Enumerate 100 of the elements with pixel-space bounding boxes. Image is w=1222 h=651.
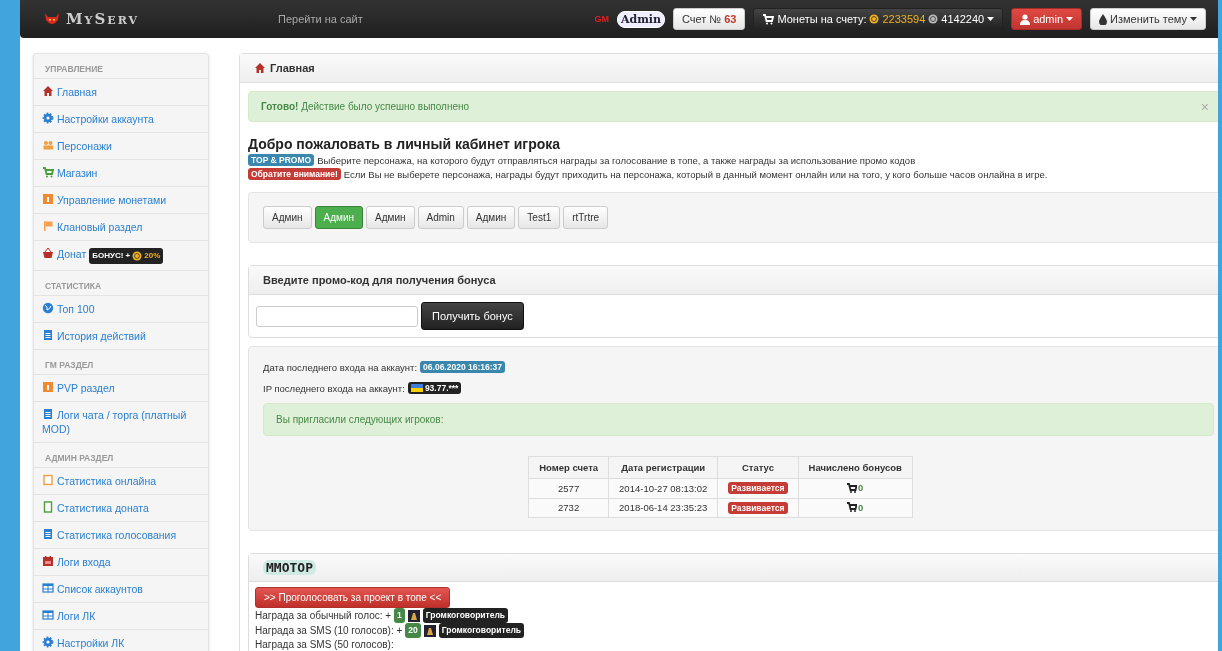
welcome-heading: Добро пожаловать в личный кабинет игрока	[248, 136, 562, 152]
user-menu[interactable]: admin	[1011, 8, 1083, 30]
bell-icon	[407, 609, 420, 622]
item-badge: Громкоговоритель	[438, 623, 525, 638]
flag-icon	[42, 220, 54, 232]
sidebar-item[interactable]: Логи чата / торга (платный MOD)	[34, 402, 208, 443]
sidebar-item[interactable]: Настройки ЛК	[34, 630, 208, 651]
promo-heading: Введите промо-код для получения бонуса	[249, 266, 1218, 295]
label-tag: TOP & PROMO	[248, 154, 315, 166]
status-badge: Развивается	[728, 501, 788, 514]
table-icon	[42, 609, 54, 621]
mmotop-logo: MMOTOP	[263, 560, 316, 575]
sidebar-item[interactable]: Статистика доната	[34, 495, 208, 522]
cart-icon	[42, 166, 54, 178]
column-header: Статус	[717, 456, 799, 479]
column-header: Начислено бонусов	[798, 456, 913, 479]
site-link[interactable]: Перейти на сайт	[278, 13, 363, 25]
coin-box-icon	[42, 193, 54, 205]
bonus-badge: БОНУС! + 20%	[89, 248, 164, 264]
count-badge: 1	[394, 608, 405, 623]
coin-box-icon	[42, 381, 54, 393]
table-cell: 2577	[528, 478, 609, 498]
info-text: Выберите персонажа, на которого будут отправляться награды за голосование в топе, а также награды за использование промо кодов	[317, 154, 916, 166]
sidebar-item[interactable]: Магазин	[34, 160, 208, 187]
devil-icon	[44, 12, 60, 26]
sidebar-item[interactable]: Персонажи	[34, 133, 208, 160]
sidebar-item[interactable]: Донат БОНУС! + 20%	[34, 241, 208, 271]
character-button[interactable]: rtTrtre	[563, 206, 609, 229]
bell-icon	[423, 624, 436, 637]
character-button[interactable]: Админ	[263, 206, 312, 229]
sidebar-item[interactable]: Логи ЛК	[34, 603, 208, 630]
last-login-label: Дата последнего входа на аккаунт:	[263, 361, 418, 373]
table-icon	[42, 582, 54, 594]
reward-label: Награда за обычный голос: +	[255, 609, 392, 622]
document-icon	[42, 408, 54, 420]
promo-field[interactable]	[256, 305, 418, 327]
info-text: Если Вы не выберете персонажа, награды будут приходить на персонажа, который в данный момент онлайн или на того, у кого больше часов онлайна в игре.	[343, 168, 1048, 180]
sidebar-item[interactable]: Главная	[34, 79, 208, 106]
theme-menu[interactable]: Изменить тему	[1090, 8, 1206, 30]
account-button[interactable]: Счет № 63	[672, 8, 746, 30]
section-heading: АДМИН РАЗДЕЛ	[34, 443, 208, 468]
cart-icon	[847, 482, 858, 493]
sidebar-item[interactable]: PVP раздел	[34, 375, 208, 402]
basket-icon	[42, 247, 54, 259]
invited-alert: Вы пригласили следующих игроков:	[263, 403, 1214, 436]
character-button[interactable]: Админ	[314, 206, 363, 229]
gear-icon	[42, 112, 54, 124]
count-badge: 20	[405, 623, 421, 638]
sidebar-item[interactable]: История действий	[34, 323, 208, 350]
sidebar-item[interactable]: Топ 100	[34, 296, 208, 323]
character-button[interactable]: Админ	[366, 206, 415, 229]
bonus-value: 0	[847, 482, 864, 493]
label-tag: Обратите внимание!	[248, 168, 341, 180]
sidebar-item[interactable]: Статистика онлайна	[34, 468, 208, 495]
vote-button[interactable]: >> Проголосовать за проект в топе <<	[255, 587, 451, 608]
ip-badge: 93.77.***	[407, 382, 462, 394]
reward-label: Награда за SMS (50 голосов):	[255, 638, 394, 651]
sidebar-item[interactable]: Логи входа	[34, 549, 208, 576]
caret-icon	[1190, 17, 1197, 21]
ip-label: IP последнего входа на аккаунт:	[263, 382, 405, 394]
document-icon	[42, 329, 54, 341]
character-button[interactable]: Админ	[466, 206, 516, 229]
admin-label: Admin	[616, 10, 665, 28]
caret-icon	[987, 17, 995, 21]
alert-message: Готово! Действие было успешно выполнено	[261, 101, 470, 112]
logo-text[interactable]: MyServ	[66, 10, 139, 28]
character-button[interactable]: Admin	[417, 206, 464, 229]
document-icon	[42, 528, 54, 540]
sidebar-item[interactable]: Управление монетами	[34, 187, 208, 214]
character-button[interactable]: Test1	[518, 206, 561, 229]
panel-title: Главная	[270, 62, 315, 74]
column-header: Дата регистрации	[608, 456, 718, 479]
home-icon	[254, 62, 266, 74]
reward-label: Награда за SMS (10 голосов): +	[255, 624, 403, 637]
sidebar-item[interactable]: Список аккаунтов	[34, 576, 208, 603]
cart-icon	[762, 13, 775, 25]
calendar-icon	[42, 555, 54, 567]
section-heading: СТАТИСТИКА	[34, 271, 208, 296]
sidebar-item[interactable]: Настройки аккаунта	[34, 106, 208, 133]
table-cell: 2732	[528, 498, 609, 518]
column-header: Номер счета	[528, 456, 609, 479]
status-badge: Развивается	[728, 482, 788, 495]
get-bonus-button[interactable]: Получить бонус	[421, 302, 524, 330]
home-icon	[42, 85, 54, 97]
note-icon	[42, 474, 54, 486]
flag-icon	[410, 384, 423, 392]
last-login-badge: 06.06.2020 16:16:37	[420, 361, 506, 373]
section-heading: УПРАВЛЕНИЕ	[34, 54, 208, 79]
section-heading: ГМ РАЗДЕЛ	[34, 350, 208, 375]
cart-icon	[847, 502, 858, 512]
user-icon	[1020, 13, 1031, 25]
coin-icon	[132, 251, 143, 261]
sidebar-item[interactable]: Клановый раздел	[34, 214, 208, 241]
coin-icon	[869, 14, 880, 24]
people-icon	[42, 139, 54, 151]
item-badge: Громкоговоритель	[422, 608, 509, 623]
sidebar-item[interactable]: Статистика голосования	[34, 522, 208, 549]
caret-icon	[1066, 17, 1074, 21]
page-icon	[42, 501, 54, 513]
globe-icon	[42, 302, 54, 314]
